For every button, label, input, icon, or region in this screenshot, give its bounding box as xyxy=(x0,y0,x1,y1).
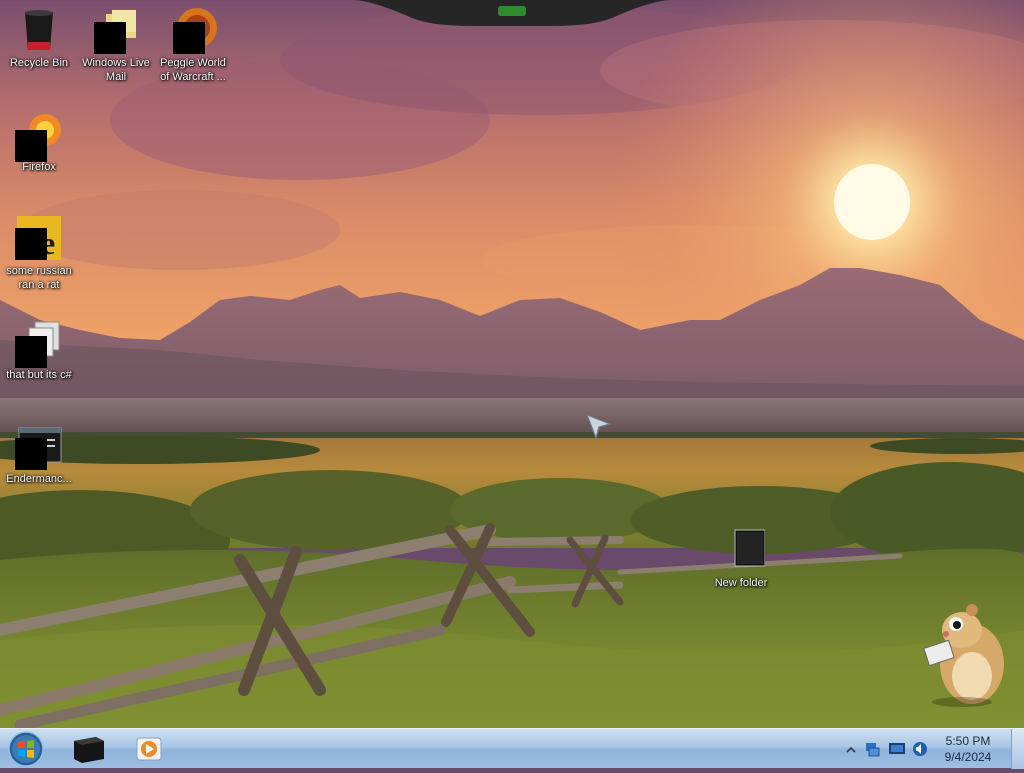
desktop-icon-label: Peggle World of Warcraft ... xyxy=(160,57,226,83)
desktop-icon-recycle-bin[interactable]: Recycle Bin xyxy=(1,0,77,70)
desktop-icon-endermanc[interactable]: Endermanc... xyxy=(1,416,77,486)
desktop-icon-label: New folder xyxy=(714,577,768,589)
console-app-icon xyxy=(15,422,63,470)
windows-orb-icon xyxy=(8,731,44,767)
taskbar-media-player[interactable] xyxy=(120,731,178,767)
desktop-icon-label: Endermanc... xyxy=(6,473,72,485)
desktop-icon-csharp-shortcut[interactable]: that but its c# xyxy=(1,312,77,382)
desktop-icon-label: Windows Live Mail xyxy=(82,57,150,83)
green-indicator-icon xyxy=(498,6,526,16)
clock-time[interactable]: 5:50 PM xyxy=(940,734,996,748)
hamster-gadget[interactable] xyxy=(910,600,1010,710)
mouse-cursor-icon xyxy=(586,414,612,440)
folder-icon xyxy=(717,526,766,574)
show-hidden-icons-chevron[interactable] xyxy=(846,742,856,760)
desktop-icon-peggle[interactable]: Peggle World of Warcraft ... xyxy=(155,0,231,84)
desktop-icon-label: Recycle Bin xyxy=(9,57,69,69)
taskbar-app-cube[interactable] xyxy=(58,731,116,767)
peggle-icon xyxy=(169,6,217,54)
shortcut-files-icon xyxy=(15,318,63,368)
firefox-icon xyxy=(15,110,63,162)
network-icon[interactable] xyxy=(864,741,880,762)
clock-date[interactable]: 9/4/2024 xyxy=(940,750,996,764)
wallpaper-image xyxy=(0,0,1024,728)
desktop-icon-rat-file[interactable]: e some russian ran a rat xyxy=(1,208,77,292)
desktop-icon-label: Firefox xyxy=(22,161,56,173)
notification-area: 5:50 PM 9/4/2024 xyxy=(838,729,1024,769)
taskbar: 5:50 PM 9/4/2024 xyxy=(0,728,1024,769)
start-button[interactable] xyxy=(4,730,48,768)
show-desktop-button[interactable] xyxy=(1011,729,1024,769)
volume-icon[interactable] xyxy=(912,741,928,762)
rat-file-icon: e xyxy=(15,214,63,262)
desktop-icon-label: some russian ran a rat xyxy=(6,265,72,291)
top-gadget-bar[interactable] xyxy=(352,0,672,28)
media-player-icon xyxy=(136,737,162,761)
black-cube-icon xyxy=(74,737,104,763)
desktop-icon-firefox[interactable]: Firefox xyxy=(1,104,77,174)
desktop-icon-windows-live-mail[interactable]: Windows Live Mail xyxy=(78,0,154,84)
desktop-icon-label: that but its c# xyxy=(6,369,72,381)
monitor-icon[interactable] xyxy=(888,741,906,762)
recycle-bin-icon xyxy=(15,6,63,54)
windows-live-mail-icon xyxy=(92,6,140,54)
desktop[interactable]: Recycle Bin Windows Live Mail Peggle Wor… xyxy=(0,0,1024,728)
desktop-icon-new-folder[interactable]: New folder xyxy=(703,520,779,590)
